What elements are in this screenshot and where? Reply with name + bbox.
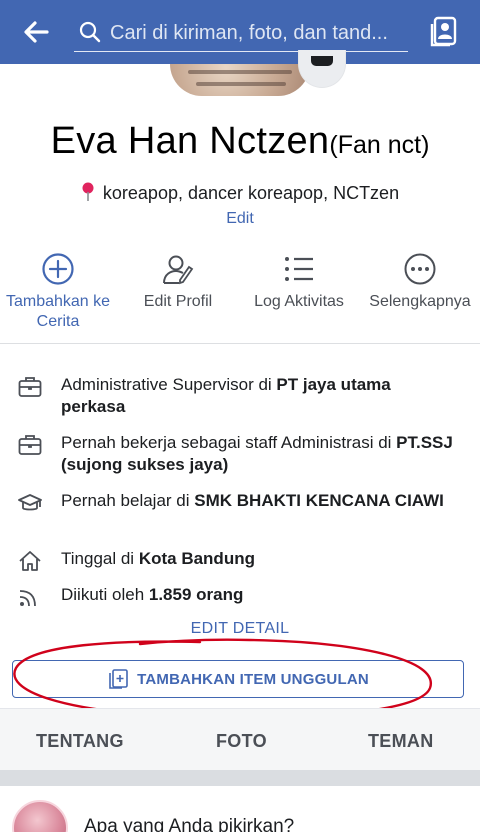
composer-prompt[interactable]: Apa yang Anda pikirkan? [84, 816, 294, 832]
graduation-cap-icon [18, 494, 42, 511]
camera-icon [311, 56, 333, 66]
briefcase-icon [18, 435, 42, 455]
profile-name: Eva Han Nctzen [50, 120, 330, 162]
post-composer[interactable]: Apa yang Anda pikirkan? [0, 786, 480, 832]
top-bar [0, 0, 480, 64]
add-to-story-label-2: Cerita [36, 313, 80, 330]
detail-prefix: Administrative Supervisor di [61, 375, 277, 394]
add-story-icon [42, 253, 74, 285]
detail-prefix: Tinggal di [61, 549, 139, 568]
divider [0, 343, 480, 344]
edit-detail-link[interactable]: EDIT DETAIL [0, 620, 480, 638]
map-pin-icon [82, 182, 94, 201]
search-input[interactable] [110, 18, 406, 48]
profile-picture[interactable] [170, 64, 310, 96]
back-button[interactable] [14, 14, 58, 50]
tab-tentang[interactable]: TENTANG [36, 731, 124, 752]
avatar [12, 800, 68, 832]
tab-teman[interactable]: TEMAN [368, 731, 434, 752]
add-to-story-label-1: Tambahkan ke [5, 293, 111, 310]
detail-work-past: Pernah bekerja sebagai staff Administras… [18, 432, 458, 478]
profile-name-row: Eva Han Nctzen(Fan nct) [0, 120, 480, 163]
add-featured-icon [109, 669, 128, 689]
more-icon [404, 253, 436, 285]
add-featured-label: TAMBAHKAN ITEM UNGGULAN [137, 670, 369, 688]
detail-prefix: Diikuti oleh [61, 585, 149, 604]
profile-alternate-name: (Fan nct) [329, 131, 430, 159]
edit-bio-link[interactable]: Edit [0, 210, 480, 228]
detail-value[interactable]: 1.859 orang [149, 585, 244, 604]
activity-log-label: Log Aktivitas [254, 293, 344, 310]
profile-switch-button[interactable] [428, 16, 458, 48]
profile-actions: Tambahkan ke Cerita Edit Profil Log Akti… [0, 248, 480, 334]
detail-prefix: Pernah belajar di [61, 491, 195, 510]
tab-foto[interactable]: FOTO [216, 731, 267, 752]
bio-text: koreapop, dancer koreapop, NCTzen [102, 183, 400, 203]
search-bar[interactable] [74, 12, 408, 52]
edit-profile-label: Edit Profil [143, 293, 213, 310]
more-button[interactable]: Selengkapnya [364, 248, 476, 312]
add-to-story-button[interactable]: Tambahkan ke Cerita [0, 248, 116, 332]
followers-icon [19, 590, 36, 607]
detail-work-current: Administrative Supervisor di PT jaya uta… [18, 374, 458, 420]
detail-education: Pernah belajar di SMK BHAKTI KENCANA CIA… [18, 490, 458, 536]
search-icon [79, 21, 101, 43]
add-featured-button[interactable]: TAMBAHKAN ITEM UNGGULAN [12, 660, 464, 698]
detail-followers: Diikuti oleh 1.859 orang [18, 584, 458, 608]
profile-bio: koreapop, dancer koreapop, NCTzen [0, 182, 480, 204]
activity-log-icon [285, 257, 313, 281]
change-photo-button[interactable] [298, 50, 346, 88]
detail-value[interactable]: SMK BHAKTI KENCANA CIAWI [194, 491, 444, 510]
detail-residence: Tinggal di Kota Bandung [18, 548, 458, 572]
more-label: Selengkapnya [369, 293, 471, 310]
edit-profile-button[interactable]: Edit Profil [128, 248, 228, 312]
home-icon [19, 551, 41, 571]
arrow-left-icon [24, 21, 49, 43]
activity-log-button[interactable]: Log Aktivitas [244, 248, 354, 312]
section-separator [0, 770, 480, 786]
detail-prefix: Pernah bekerja sebagai staff Administras… [61, 433, 397, 452]
briefcase-icon [18, 377, 42, 397]
edit-profile-icon [163, 255, 194, 285]
profile-switch-icon [430, 16, 457, 47]
detail-value[interactable]: Kota Bandung [139, 549, 255, 568]
profile-tabs: TENTANG FOTO TEMAN [0, 708, 480, 770]
